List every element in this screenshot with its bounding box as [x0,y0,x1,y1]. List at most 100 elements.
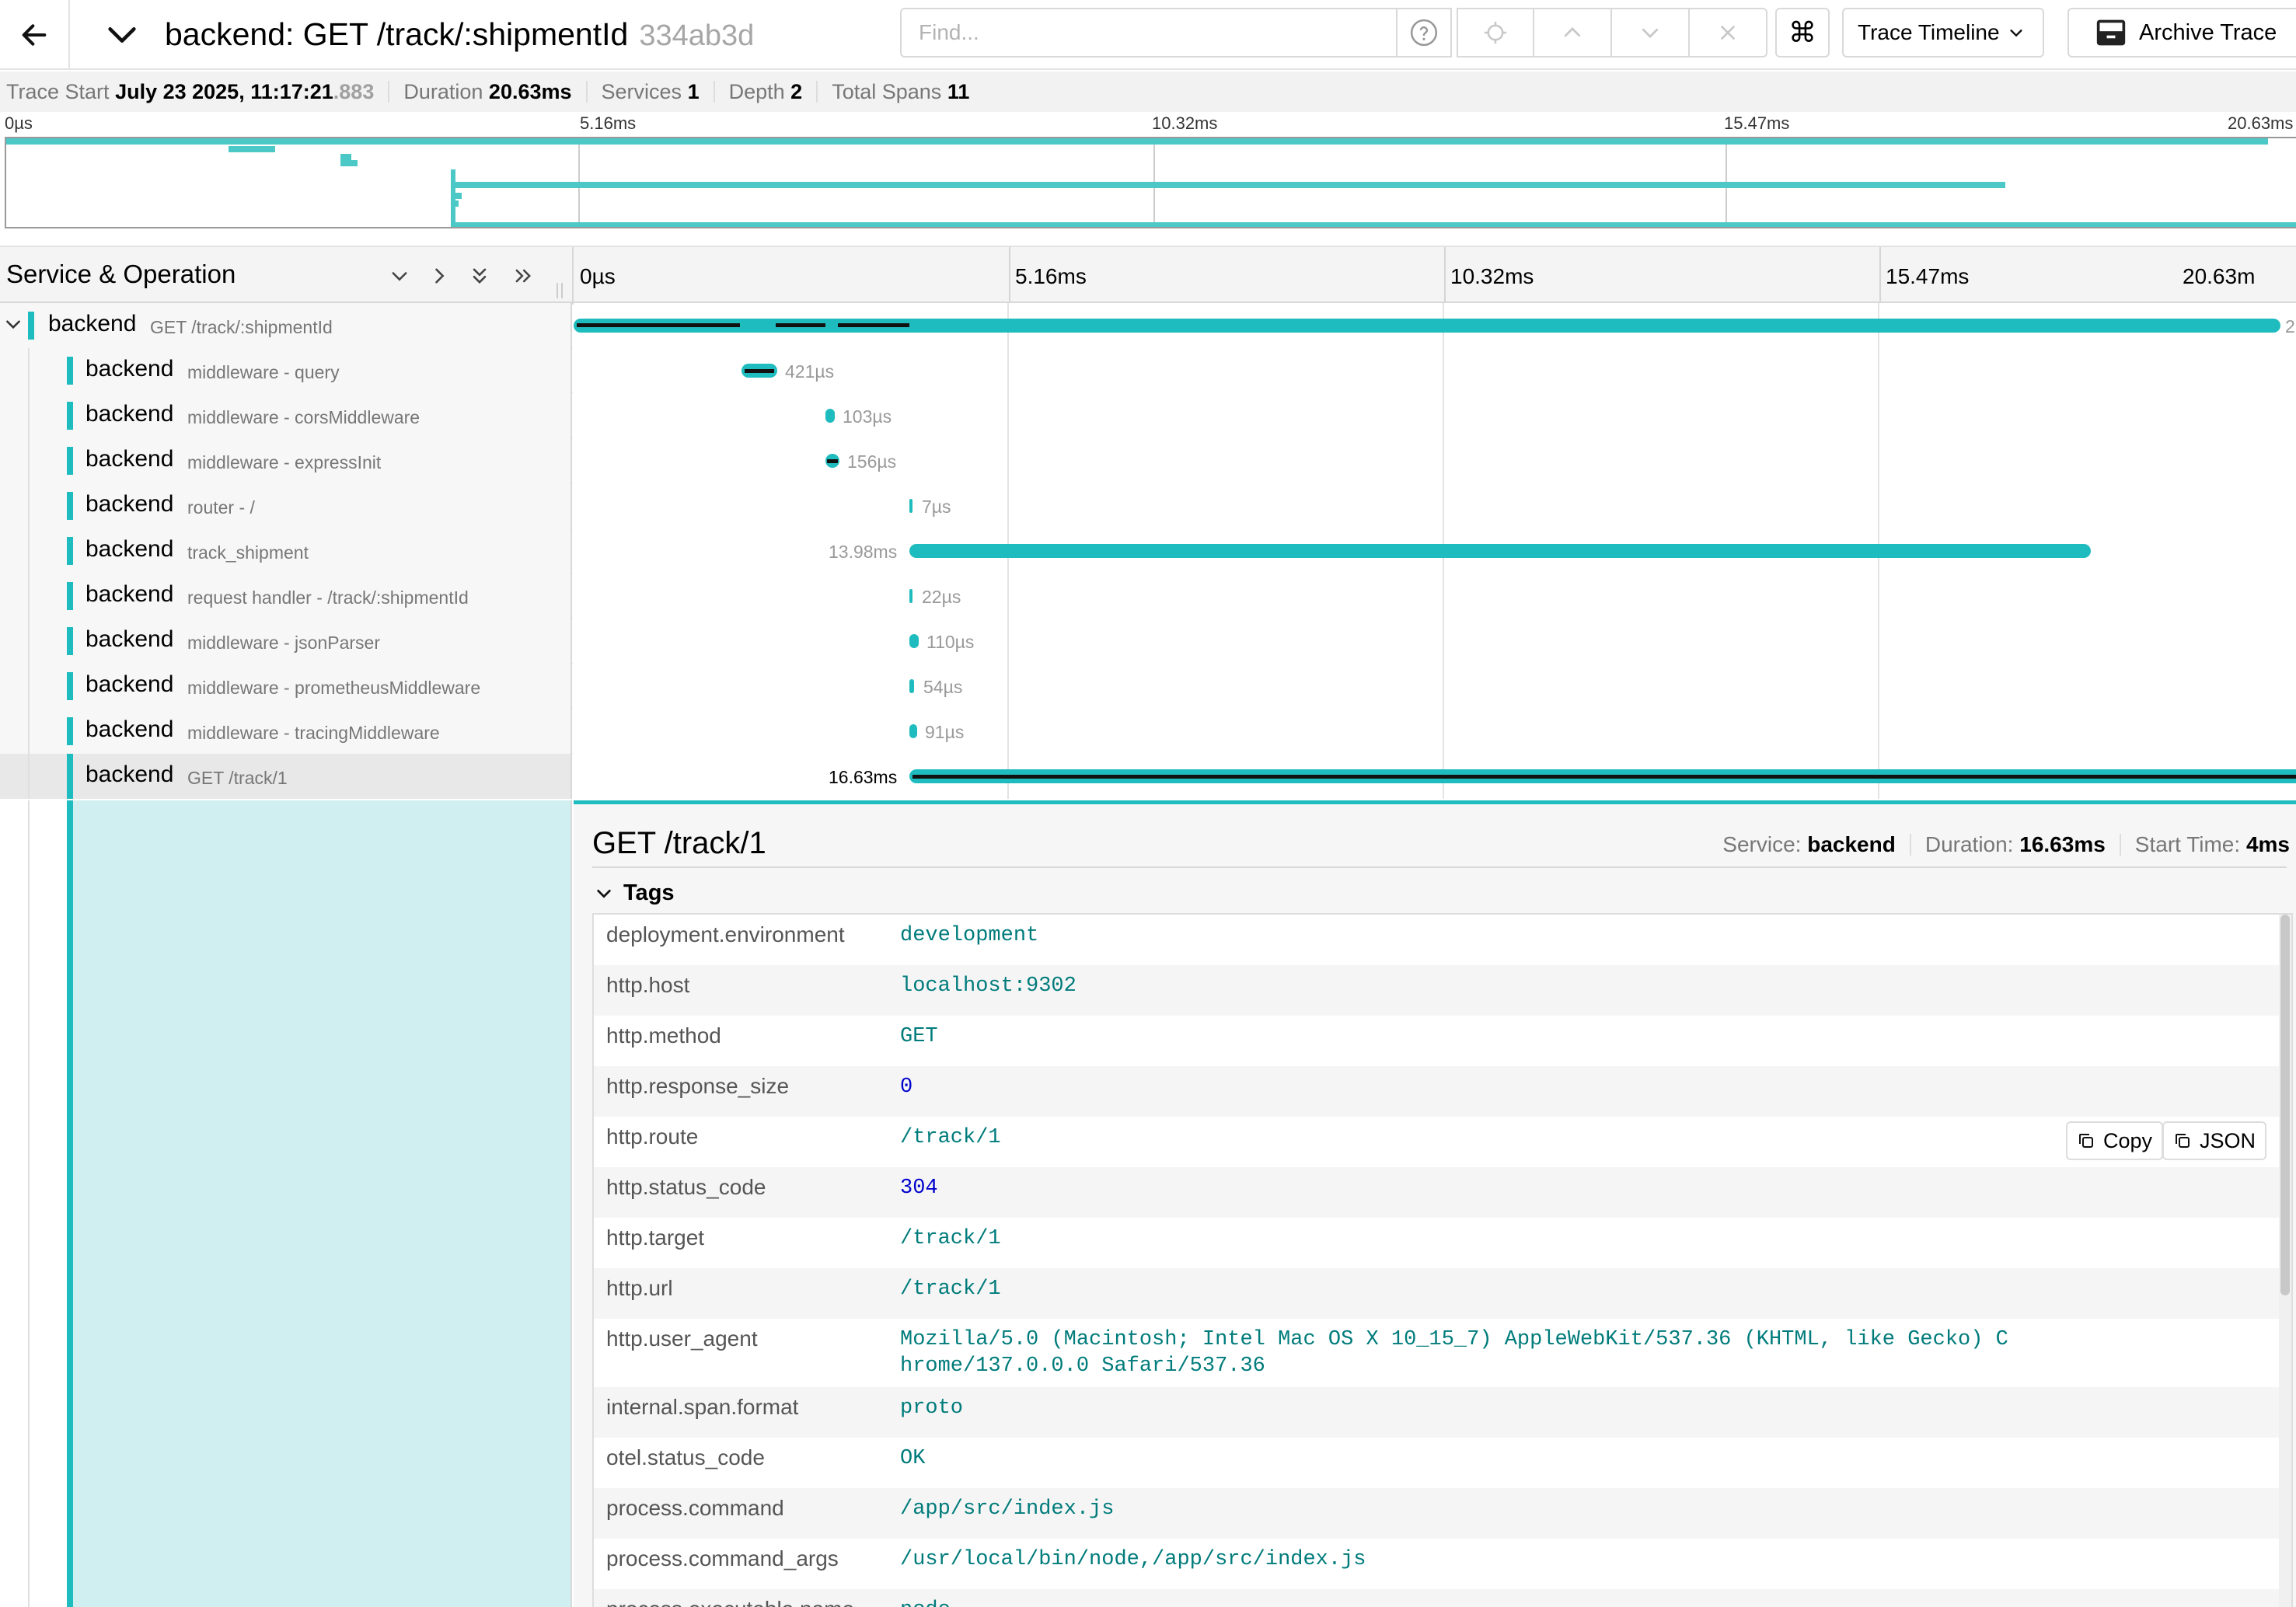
tag-value[interactable]: /track/1 [900,1276,2035,1311]
tag-row[interactable]: http.status_code 304 [594,1167,2291,1218]
span-row[interactable]: backend middleware - query 421µs [0,348,2296,393]
tag-value[interactable]: node [900,1597,2035,1607]
span-row-root[interactable]: backend GET /track/:shipmentId 2 [0,303,2296,348]
span-timeline-cell[interactable]: 7µs [574,483,2296,528]
span-row[interactable]: backend middleware - prometheusMiddlewar… [0,664,2296,709]
span-name-cell[interactable]: backend track_shipment [0,528,572,573]
span-name-cell[interactable]: backend middleware - corsMiddleware [0,393,572,438]
collapse-all-button[interactable] [466,263,493,289]
chevron-down-icon[interactable] [3,314,23,334]
back-button[interactable] [0,0,70,70]
span-timeline-cell[interactable]: 16.63ms [574,754,2296,799]
span-name-cell[interactable]: backend middleware - jsonParser [0,619,572,664]
span-timeline-cell[interactable]: 110µs [574,619,2296,664]
tag-row[interactable]: internal.span.format proto [594,1387,2291,1438]
tags-scrollbar[interactable] [2279,915,2291,1607]
span-name-cell[interactable]: backend GET /track/:shipmentId [0,303,572,348]
span-timeline-cell[interactable]: 2 [574,303,2296,348]
tag-value[interactable]: 0 [900,1074,2035,1109]
clear-search-button[interactable] [1690,8,1767,58]
expand-one-button[interactable] [426,263,452,289]
span-name-cell[interactable]: backend GET /track/1 [0,754,572,799]
column-resize-handle[interactable] [557,283,563,298]
tag-row-hovered[interactable]: http.route/track/1 Copy JSON [594,1117,2291,1167]
span-timeline-cell[interactable]: 13.98ms [574,528,2296,573]
tag-key: http.url [606,1276,673,1300]
span-timeline-cell[interactable]: 22µs [574,573,2296,619]
scrollbar-thumb[interactable] [2280,915,2290,1295]
span-bar[interactable] [909,724,917,738]
tag-row[interactable]: http.method GET [594,1016,2291,1066]
copy-button[interactable]: Copy [2066,1121,2164,1160]
span-row[interactable]: backend request handler - /track/:shipme… [0,573,2296,619]
tag-row[interactable]: http.url/track/1 [594,1268,2291,1319]
tag-row[interactable]: http.response_size 0 [594,1066,2291,1117]
span-timeline-cell[interactable]: 54µs [574,664,2296,709]
span-name-cell[interactable]: backend middleware - prometheusMiddlewar… [0,664,572,709]
tag-value[interactable]: GET [900,1023,2035,1058]
span-service: backend [85,762,174,787]
span-name-cell[interactable]: backend middleware - expressInit [0,438,572,483]
span-row-selected[interactable]: backend GET /track/1 16.63ms [0,754,2296,799]
span-row[interactable]: backend middleware - tracingMiddleware 9… [0,709,2296,754]
span-bar[interactable] [909,499,912,513]
tag-row[interactable]: process.command/app/src/index.js [594,1488,2291,1539]
prev-result-button[interactable] [1534,8,1612,58]
span-bar[interactable] [909,589,912,603]
span-timeline-cell[interactable]: 91µs [574,709,2296,754]
span-name-cell[interactable]: backend middleware - tracingMiddleware [0,709,572,754]
locate-span-button[interactable] [1457,8,1534,58]
span-row[interactable]: backend router - / 7µs [0,483,2296,528]
span-row[interactable]: backend middleware - corsMiddleware 103µ… [0,393,2296,438]
tag-row[interactable]: http.host localhost:9302 [594,965,2291,1016]
keyboard-shortcuts-button[interactable]: ⌘ [1775,8,1830,58]
span-service: backend [48,311,137,336]
tag-value[interactable]: /track/1 [900,1225,2035,1260]
span-row[interactable]: backend track_shipment 13.98ms [0,528,2296,573]
archive-trace-button[interactable]: Archive Trace [2067,8,2296,58]
tag-value[interactable]: Mozilla/5.0 (Macintosh; Intel Mac OS X 1… [900,1326,2019,1379]
span-timeline-cell[interactable]: 156µs [574,438,2296,483]
tag-row[interactable]: process.executable.namenode [594,1589,2291,1607]
next-result-button[interactable] [1612,8,1690,58]
span-operation: middleware - query [187,362,340,382]
tag-value[interactable]: development [900,922,2035,957]
span-name-cell[interactable]: backend router - / [0,483,572,528]
view-select[interactable]: Trace Timeline [1842,8,2044,58]
span-row[interactable]: backend middleware - expressInit 156µs [0,438,2296,483]
span-bar[interactable] [574,319,2280,333]
span-timeline-cell[interactable]: 421µs [574,348,2296,393]
tag-value[interactable]: /app/src/index.js [900,1496,2035,1531]
span-bar[interactable] [909,679,914,693]
tag-row[interactable]: http.target/track/1 [594,1218,2291,1268]
timeline-gridline [1007,393,1009,438]
span-row[interactable]: backend middleware - jsonParser 110µs [0,619,2296,664]
tag-value[interactable]: proto [900,1395,2035,1430]
span-duration: 91µs [925,722,965,742]
copy-json-button[interactable]: JSON [2162,1121,2267,1160]
span-timeline-cell[interactable]: 103µs [574,393,2296,438]
tag-value[interactable]: OK [900,1445,2035,1480]
span-name-cell[interactable]: backend request handler - /track/:shipme… [0,573,572,619]
tag-value[interactable]: 304 [900,1175,2035,1210]
tag-row[interactable]: process.command_args/usr/local/bin/node,… [594,1539,2291,1589]
tag-row[interactable]: otel.status_code OK [594,1438,2291,1488]
help-button[interactable] [1397,8,1452,58]
tags-toggle[interactable]: Tags [595,880,675,906]
collapse-header-button[interactable] [95,14,149,56]
span-bar[interactable] [909,634,919,648]
tag-row[interactable]: http.user_agent Mozilla/5.0 (Macintosh; I… [594,1319,2291,1387]
tag-value[interactable]: /track/1 [900,1124,2035,1159]
find-input[interactable] [900,8,1397,58]
span-name-cell[interactable]: backend middleware - query [0,348,572,393]
tag-value[interactable]: /usr/local/bin/node,/app/src/index.js [900,1546,2035,1581]
tag-value[interactable]: localhost:9302 [900,973,2035,1008]
expand-all-button[interactable] [510,263,536,289]
trace-minimap[interactable]: 0µs 5.16ms 10.32ms 15.47ms 20.63ms [0,112,2296,232]
tag-row[interactable]: deployment.environment development [594,915,2291,965]
collapse-one-button[interactable] [386,263,413,289]
span-bar[interactable] [825,409,835,423]
span-bar[interactable] [909,544,2091,558]
minimap-canvas[interactable] [5,137,2296,228]
timeline-gridline [1878,348,1879,393]
